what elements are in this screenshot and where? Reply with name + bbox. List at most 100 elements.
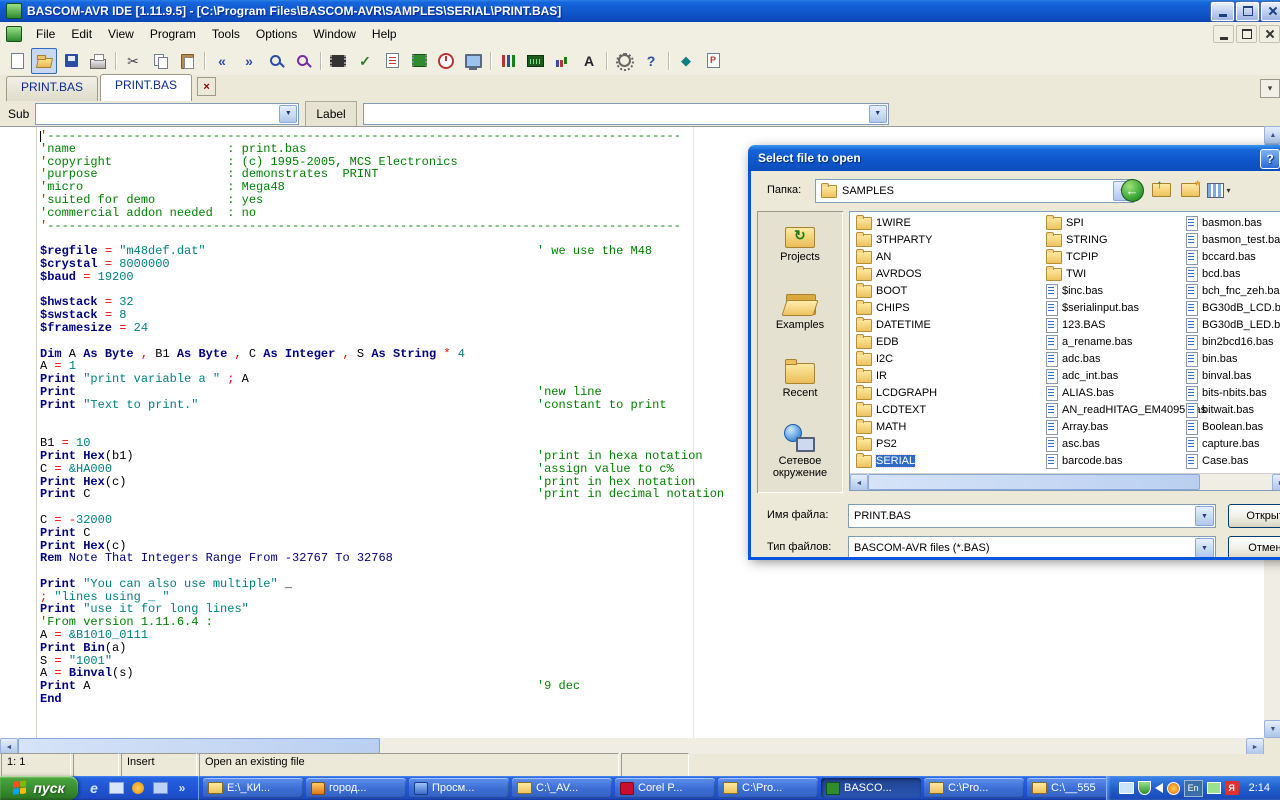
open-button[interactable]: Открыть — [1228, 504, 1280, 528]
menu-item-file[interactable]: File — [28, 23, 63, 45]
file-item[interactable]: Boolean.bas — [1186, 419, 1263, 435]
folder-item[interactable]: AVRDOS — [856, 266, 922, 282]
unindent-button[interactable]: « — [209, 48, 235, 74]
monitor-green-icon[interactable] — [1207, 782, 1221, 794]
scroll-up-arrow[interactable]: ▲ — [1264, 126, 1280, 144]
scroll-left-arrow[interactable]: ◄ — [850, 474, 868, 491]
menu-item-view[interactable]: View — [100, 23, 142, 45]
file-item[interactable]: bitwait.bas — [1186, 402, 1254, 418]
taskbar-task[interactable]: C:\_AV... — [512, 778, 612, 798]
simulate-button[interactable] — [433, 48, 459, 74]
file-item[interactable]: bin2bcd16.bas — [1186, 334, 1274, 350]
mdi-close-button[interactable] — [1259, 25, 1280, 43]
folder-item[interactable]: DATETIME — [856, 317, 931, 333]
folder-item[interactable]: SPI — [1046, 215, 1084, 231]
folder-item[interactable]: BOOT — [856, 283, 907, 299]
file-item[interactable]: bcd.bas — [1186, 266, 1241, 282]
file-item[interactable]: asc.bas — [1046, 436, 1100, 452]
file-item[interactable]: BG30dB_LCD.bas — [1186, 300, 1280, 316]
menu-item-program[interactable]: Program — [142, 23, 204, 45]
lib-manager-button[interactable] — [495, 48, 521, 74]
cancel-button[interactable]: Отмена — [1228, 536, 1280, 560]
internet-explorer-icon[interactable]: e — [85, 779, 103, 797]
update-icon[interactable] — [1167, 782, 1180, 795]
media-player-icon[interactable] — [129, 779, 147, 797]
scroll-down-arrow[interactable]: ▼ — [1264, 720, 1280, 738]
taskbar-task[interactable]: BASCO... — [821, 778, 921, 798]
help-button[interactable]: ? — [1260, 149, 1280, 169]
chevron-down-icon[interactable]: ▼ — [1195, 538, 1214, 558]
paste-button[interactable] — [174, 48, 200, 74]
file-item[interactable]: $serialinput.bas — [1046, 300, 1139, 316]
filename-combobox[interactable]: PRINT.BAS ▼ — [848, 504, 1216, 528]
show-desktop-icon[interactable] — [107, 779, 125, 797]
taskbar-task[interactable]: C:\__555 — [1027, 778, 1106, 798]
file-item[interactable]: $inc.bas — [1046, 283, 1103, 299]
taskbar-task[interactable]: город... — [306, 778, 406, 798]
file-item[interactable]: AN_readHITAG_EM4095.bas — [1046, 402, 1206, 418]
menu-item-options[interactable]: Options — [248, 23, 305, 45]
find-button[interactable] — [263, 48, 289, 74]
place-examples[interactable]: Examples — [757, 283, 843, 351]
terminal-button[interactable] — [460, 48, 486, 74]
scroll-right-arrow[interactable]: ► — [1272, 474, 1280, 491]
file-item[interactable]: bccard.bas — [1186, 249, 1256, 265]
taskbar-task[interactable]: C:\Pro... — [924, 778, 1024, 798]
filetype-combobox[interactable]: BASCOM-AVR files (*.BAS) ▼ — [848, 536, 1216, 560]
chevron-down-icon[interactable]: ▼ — [1195, 506, 1214, 526]
menu-item-tools[interactable]: Tools — [204, 23, 248, 45]
place-network[interactable]: Сетевое окружение — [757, 419, 843, 487]
place-recent[interactable]: Recent — [757, 351, 843, 419]
file-item[interactable]: basmon_test.bas — [1186, 232, 1280, 248]
language-indicator-icon[interactable]: En — [1184, 780, 1203, 797]
mdi-minimize-button[interactable] — [1213, 25, 1234, 43]
label-combobox[interactable]: ▼ — [363, 103, 889, 125]
folder-item[interactable]: PS2 — [856, 436, 897, 452]
folder-item[interactable]: TWI — [1046, 266, 1086, 282]
folder-item[interactable]: LCDTEXT — [856, 402, 926, 418]
tab-print.bas[interactable]: PRINT.BAS — [100, 74, 192, 101]
shield-icon[interactable] — [1138, 781, 1151, 795]
open-file-button[interactable] — [31, 48, 57, 74]
folder-item[interactable]: I2C — [856, 351, 893, 367]
file-item[interactable]: adc.bas — [1046, 351, 1101, 367]
views-button[interactable]: ▾ — [1206, 178, 1232, 202]
help-button[interactable]: ? — [638, 48, 664, 74]
indent-button[interactable]: » — [236, 48, 262, 74]
plugin-button[interactable]: ◆ — [673, 48, 699, 74]
close-button[interactable] — [1261, 2, 1280, 21]
tab-list-button[interactable]: ▾ — [1260, 79, 1280, 98]
taskbar-task[interactable]: E:\_КИ... — [203, 778, 303, 798]
file-item[interactable]: BG30dB_LED.bas — [1186, 317, 1280, 333]
file-item[interactable]: bits-nbits.bas — [1186, 385, 1267, 401]
folder-item[interactable]: SERIAL — [856, 453, 915, 469]
print-button[interactable] — [85, 48, 111, 74]
file-item[interactable]: binval.bas — [1186, 368, 1252, 384]
copy-button[interactable] — [147, 48, 173, 74]
file-item[interactable]: Array.bas — [1046, 419, 1108, 435]
restore-button[interactable] — [1236, 2, 1259, 21]
syntax-check-button[interactable]: ✓ — [352, 48, 378, 74]
taskbar-task[interactable]: C:\Pro... — [718, 778, 818, 798]
file-item[interactable]: capture.bas — [1186, 436, 1259, 452]
file-item[interactable]: adc_int.bas — [1046, 368, 1118, 384]
my-computer-icon[interactable] — [151, 779, 169, 797]
menu-item-window[interactable]: Window — [305, 23, 364, 45]
save-button[interactable] — [58, 48, 84, 74]
file-item[interactable]: bin.bas — [1186, 351, 1237, 367]
list-horizontal-scrollbar[interactable]: ◄ ► — [850, 473, 1280, 490]
new-file-button[interactable] — [4, 48, 30, 74]
folder-combobox[interactable]: SAMPLES ▼ — [815, 179, 1134, 203]
new-folder-button[interactable] — [1177, 178, 1203, 202]
chevron-down-icon[interactable]: ▼ — [869, 105, 887, 123]
folder-item[interactable]: LCDGRAPH — [856, 385, 937, 401]
folder-item[interactable]: 1WIRE — [856, 215, 911, 231]
menu-item-edit[interactable]: Edit — [63, 23, 100, 45]
cut-button[interactable]: ✂ — [120, 48, 146, 74]
back-button[interactable] — [1119, 178, 1145, 202]
lcd-designer-button[interactable] — [522, 48, 548, 74]
tab-print.bas[interactable]: PRINT.BAS — [6, 76, 98, 101]
file-item[interactable]: barcode.bas — [1046, 453, 1123, 469]
sub-combobox[interactable]: ▼ — [35, 103, 299, 125]
taskbar-task[interactable]: Corel P... — [615, 778, 715, 798]
